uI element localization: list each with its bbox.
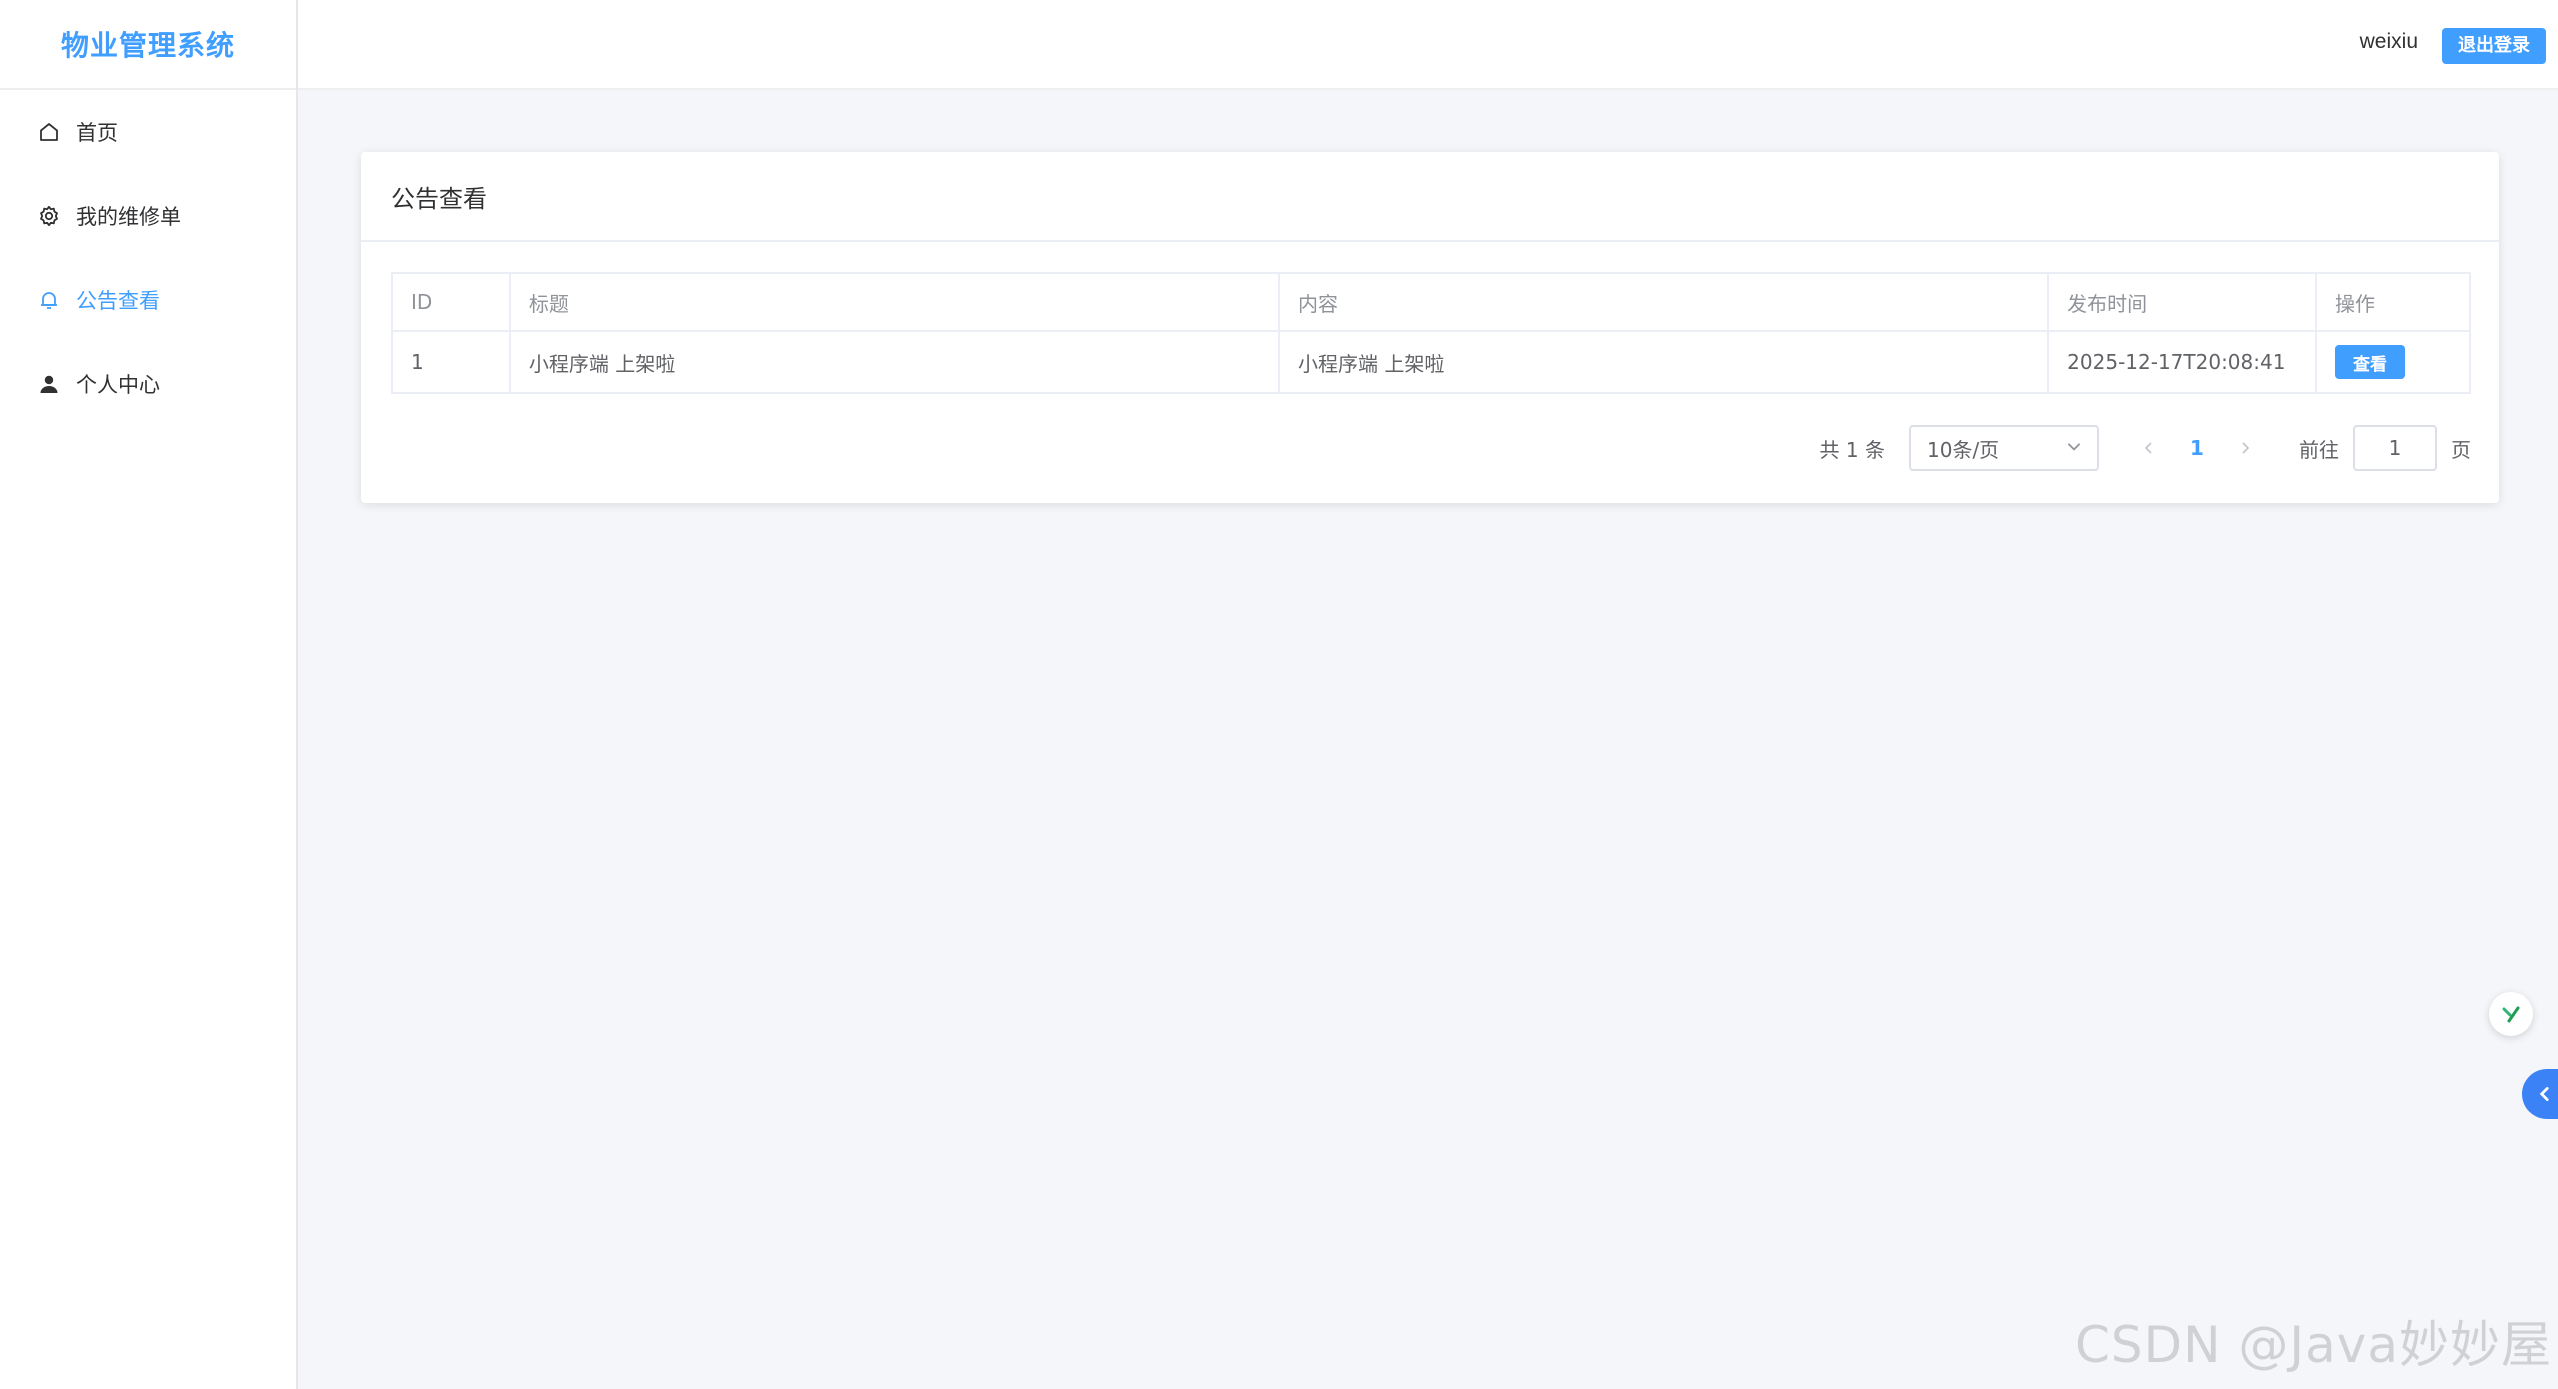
pagination-total: 共 1 条: [1819, 437, 1885, 462]
column-header-id: ID: [391, 272, 511, 332]
table-header-row: ID 标题 内容 发布时间 操作: [391, 272, 2471, 332]
page-title: 公告查看: [391, 184, 487, 213]
table-row: 1 小程序端 上架啦 小程序端 上架啦 2025-12-17T20:08:41 …: [391, 330, 2471, 394]
card-header: 公告查看: [361, 152, 2499, 242]
chevron-left-icon: [2144, 442, 2152, 454]
prev-page-button[interactable]: [2129, 428, 2169, 468]
gear-icon: [36, 203, 62, 229]
cell-id: 1: [391, 330, 511, 394]
page-size-select[interactable]: 10条/页: [1909, 425, 2099, 471]
column-header-content: 内容: [1278, 272, 2050, 332]
view-button[interactable]: 查看: [2335, 345, 2406, 379]
collapse-side-tab[interactable]: [2522, 1069, 2558, 1119]
user-icon: [36, 371, 62, 397]
announcement-card: 公告查看 ID 标题 内容 发布时间 操作 1 小程序端 上架啦 小程序端 上架…: [361, 152, 2499, 503]
sidebar-item-label: 首页: [76, 121, 118, 145]
floating-assistant-button[interactable]: [2489, 992, 2533, 1036]
brand: 物业管理系统: [0, 0, 296, 90]
next-page-button[interactable]: [2225, 428, 2265, 468]
goto-label: 前往: [2299, 437, 2339, 462]
cell-title: 小程序端 上架啦: [508, 330, 1281, 394]
sidebar-item-label: 公告查看: [76, 289, 160, 313]
sidebar-item-home[interactable]: 首页: [0, 90, 296, 174]
pagination: 共 1 条 10条/页 1 前往 页: [1820, 424, 2471, 472]
sidebar: 物业管理系统 首页 我的维修单 公告查看 个人中心: [0, 0, 298, 1389]
watermark: CSDN @Java妙妙屋: [2074, 1316, 2552, 1374]
goto-page-input[interactable]: [2353, 425, 2437, 471]
column-header-title: 标题: [508, 272, 1281, 332]
sidebar-menu: 首页 我的维修单 公告查看 个人中心: [0, 90, 296, 426]
sidebar-item-label: 我的维修单: [76, 205, 181, 229]
home-icon: [36, 119, 62, 145]
sidebar-item-label: 个人中心: [76, 373, 160, 397]
announcement-table: ID 标题 内容 发布时间 操作 1 小程序端 上架啦 小程序端 上架啦 202…: [391, 272, 2471, 394]
sidebar-item-announcements[interactable]: 公告查看: [0, 258, 296, 342]
page-size-value: 10条/页: [1927, 437, 2000, 462]
cell-content: 小程序端 上架啦: [1278, 330, 2050, 394]
logout-button[interactable]: 退出登录: [2442, 28, 2546, 64]
sidebar-item-profile[interactable]: 个人中心: [0, 342, 296, 426]
column-header-actions: 操作: [2315, 272, 2471, 332]
chevron-left-icon: [2539, 1087, 2549, 1101]
checkmark-logo-icon: [2502, 1006, 2520, 1023]
brand-title: 物业管理系统: [60, 29, 235, 62]
page-suffix: 页: [2451, 437, 2471, 462]
sidebar-item-my-repair-orders[interactable]: 我的维修单: [0, 174, 296, 258]
column-header-publish-time: 发布时间: [2047, 272, 2318, 332]
cell-actions: 查看: [2315, 330, 2471, 394]
top-header: weixiu 退出登录: [298, 0, 2558, 90]
username: weixiu: [2359, 30, 2418, 53]
chevron-down-icon: [2065, 436, 2083, 460]
chevron-right-icon: [2242, 442, 2250, 454]
bell-icon: [36, 287, 62, 313]
cell-publish-time: 2025-12-17T20:08:41: [2047, 330, 2318, 394]
page-number-current[interactable]: 1: [2169, 436, 2225, 460]
